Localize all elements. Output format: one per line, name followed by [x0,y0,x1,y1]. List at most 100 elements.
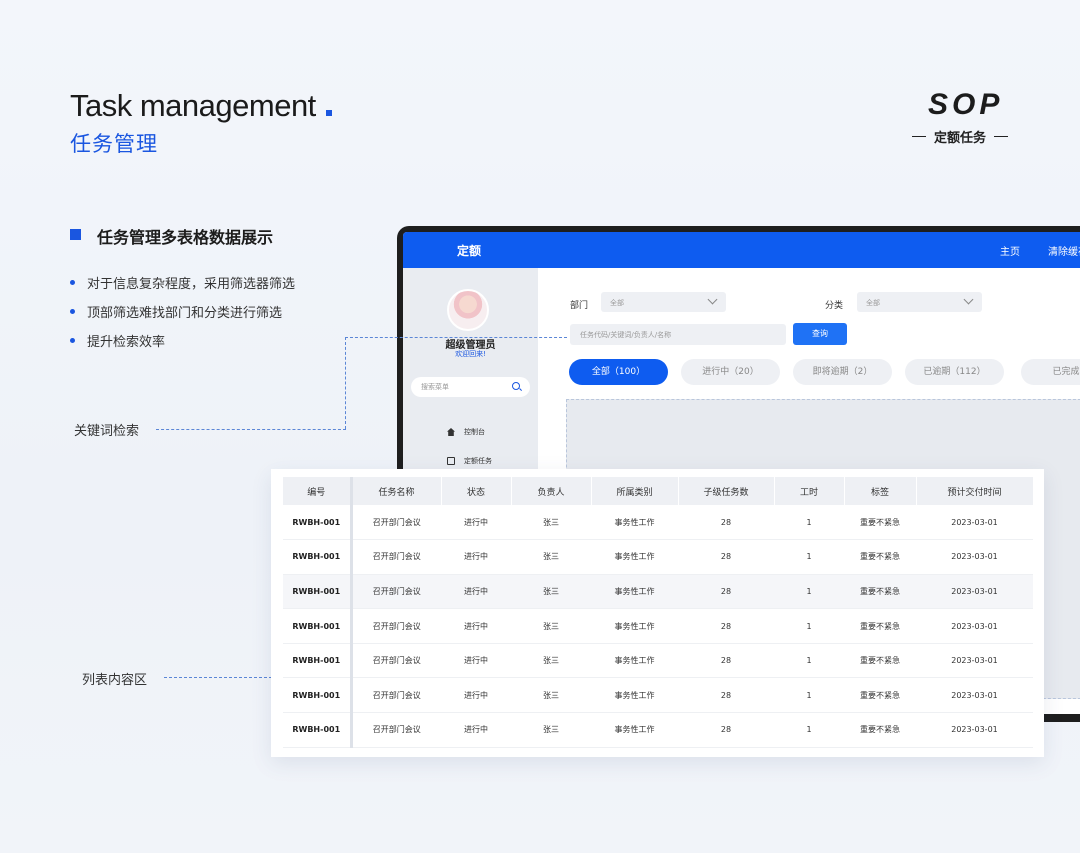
table-cell: 召开部门会议 [351,643,441,679]
table-cell: 张三 [511,677,591,714]
tab-completed[interactable]: 已完成 [1021,359,1080,385]
table-row[interactable]: RWBH-001 召开部门会议 进行中 张三 事务性工作 28 1 重要不紧急 2023-03-… [283,608,1033,644]
column-header[interactable]: 任务名称 [351,477,442,505]
bullet-text: 提升检索效率 [87,335,166,350]
column-header[interactable]: 子级任务数 [678,477,775,505]
table-cell: RWBH-001 [283,712,353,748]
chevron-down-icon [963,294,974,305]
tab-due-soon[interactable]: 即将逾期（2） [793,359,892,385]
feature-title: 任务管理多表格数据展示 [97,228,274,247]
table-row[interactable]: RWBH-001 召开部门会议 进行中 张三 事务性工作 28 1 重要不紧急 2023-03-… [283,505,1033,541]
chevron-down-icon [707,294,718,305]
query-button[interactable]: 查询 [793,323,847,345]
search-icon[interactable] [512,382,520,390]
table-cell: 重要不紧急 [844,608,916,644]
table-cell: RWBH-001 [283,539,353,575]
table-cell: 重要不紧急 [844,643,916,679]
table-cell: 事务性工作 [591,712,678,748]
table-cell: 重要不紧急 [844,574,916,610]
table-cell: 2023-03-01 [916,643,1033,679]
table-cell: 事务性工作 [591,574,678,610]
table-cell: 召开部门会议 [351,608,441,644]
table-cell: RWBH-001 [283,574,353,610]
category-label: 分类 [825,301,844,311]
table-cell: 召开部门会议 [351,712,441,748]
task-icon [447,457,455,465]
column-header[interactable]: 所属类别 [591,477,679,505]
table-cell: 2023-03-01 [916,712,1033,748]
table-cell: 28 [678,643,774,679]
table-cell: 事务性工作 [591,677,678,714]
nav-clear-cache[interactable]: 清除缓存 [1048,243,1080,258]
avatar[interactable] [447,289,489,331]
table-row[interactable]: RWBH-001 召开部门会议 进行中 张三 事务性工作 28 1 重要不紧急 2023-03-… [283,712,1033,748]
category-select[interactable]: 全部 [857,292,982,312]
sidebar-item-console[interactable]: 控制台 [447,427,485,437]
table-cell: 事务性工作 [591,643,678,679]
column-header[interactable]: 负责人 [511,477,592,505]
column-header[interactable]: 编号 [283,477,353,505]
table-cell: RWBH-001 [283,677,353,714]
welcome-text: 欢迎回来! [455,350,486,358]
table-row[interactable]: RWBH-001 召开部门会议 进行中 张三 事务性工作 28 1 重要不紧急 2023-03-… [283,539,1033,575]
table-row[interactable]: RWBH-001 召开部门会议 进行中 张三 事务性工作 28 1 重要不紧急 2023-03-… [283,677,1033,714]
annotation-line [345,337,346,429]
bullet-dot [70,309,75,314]
table-cell: 召开部门会议 [351,505,441,541]
table-cell: 进行中 [441,574,511,610]
table-cell: 28 [678,574,774,610]
task-table-card: 编号 任务名称 状态 负责人 所属类别 子级任务数 工时 标签 预计交付时间 R… [271,469,1044,757]
column-header[interactable]: 标签 [844,477,917,505]
table-cell: 1 [774,539,844,575]
table-row[interactable]: RWBH-001 召开部门会议 进行中 张三 事务性工作 28 1 重要不紧急 2023-03-… [283,643,1033,679]
nav-home[interactable]: 主页 [1000,243,1020,258]
menu-search-input[interactable]: 搜索菜单 [411,377,530,397]
table-cell: 张三 [511,712,591,748]
tab-overdue[interactable]: 已逾期（112） [905,359,1004,385]
table-cell: 事务性工作 [591,539,678,575]
bullet-dot [70,280,75,285]
table-cell: 2023-03-01 [916,505,1033,541]
table-cell: 1 [774,608,844,644]
column-header[interactable]: 工时 [774,477,845,505]
keyword-search-input[interactable]: 任务代码/关键词/负责人/名称 [570,324,786,345]
table-cell: 事务性工作 [591,505,678,541]
table-cell: 2023-03-01 [916,574,1033,610]
feature-bullets: 对于信息复杂程度，采用筛选器筛选 顶部筛选难找部门和分类进行筛选 提升检索效率 [70,268,295,355]
table-cell: 重要不紧急 [844,677,916,714]
title-dot [326,110,332,116]
table-cell: 1 [774,574,844,610]
table-cell: 1 [774,712,844,748]
table-cell: 28 [678,608,774,644]
table-cell: 进行中 [441,539,511,575]
dash-right [994,136,1009,137]
dept-label: 部门 [570,301,589,311]
table-cell: 进行中 [441,677,511,714]
task-table: 编号 任务名称 状态 负责人 所属类别 子级任务数 工时 标签 预计交付时间 R… [283,477,1034,748]
sidebar-item-quota-task[interactable]: 定额任务 [447,456,492,466]
tab-all[interactable]: 全部（100） [569,359,668,385]
table-header-row: 编号 任务名称 状态 负责人 所属类别 子级任务数 工时 标签 预计交付时间 [283,477,1034,505]
brand-logo: SOP [928,88,1004,121]
table-cell: 1 [774,505,844,541]
table-cell: 进行中 [441,712,511,748]
table-cell: 张三 [511,505,591,541]
table-row[interactable]: RWBH-001 召开部门会议 进行中 张三 事务性工作 28 1 重要不紧急 2023-03-… [283,574,1033,610]
menu-search-placeholder: 搜索菜单 [421,383,449,391]
column-header[interactable]: 状态 [441,477,512,505]
bullet-text: 顶部筛选难找部门和分类进行筛选 [87,306,283,321]
dept-select[interactable]: 全部 [601,292,726,312]
table-cell: 召开部门会议 [351,677,441,714]
table-cell: 1 [774,677,844,714]
table-cell: 重要不紧急 [844,712,916,748]
table-cell: 2023-03-01 [916,677,1033,714]
table-cell: 28 [678,505,774,541]
brand-subtitle: 定额任务 [912,127,1009,146]
column-header[interactable]: 预计交付时间 [916,477,1034,505]
bullet-text: 对于信息复杂程度，采用筛选器筛选 [87,277,296,292]
table-cell: 28 [678,539,774,575]
table-cell: 1 [774,643,844,679]
tab-in-progress[interactable]: 进行中（20） [681,359,780,385]
table-cell: 进行中 [441,608,511,644]
sidebar-item-label: 定额任务 [464,457,492,465]
